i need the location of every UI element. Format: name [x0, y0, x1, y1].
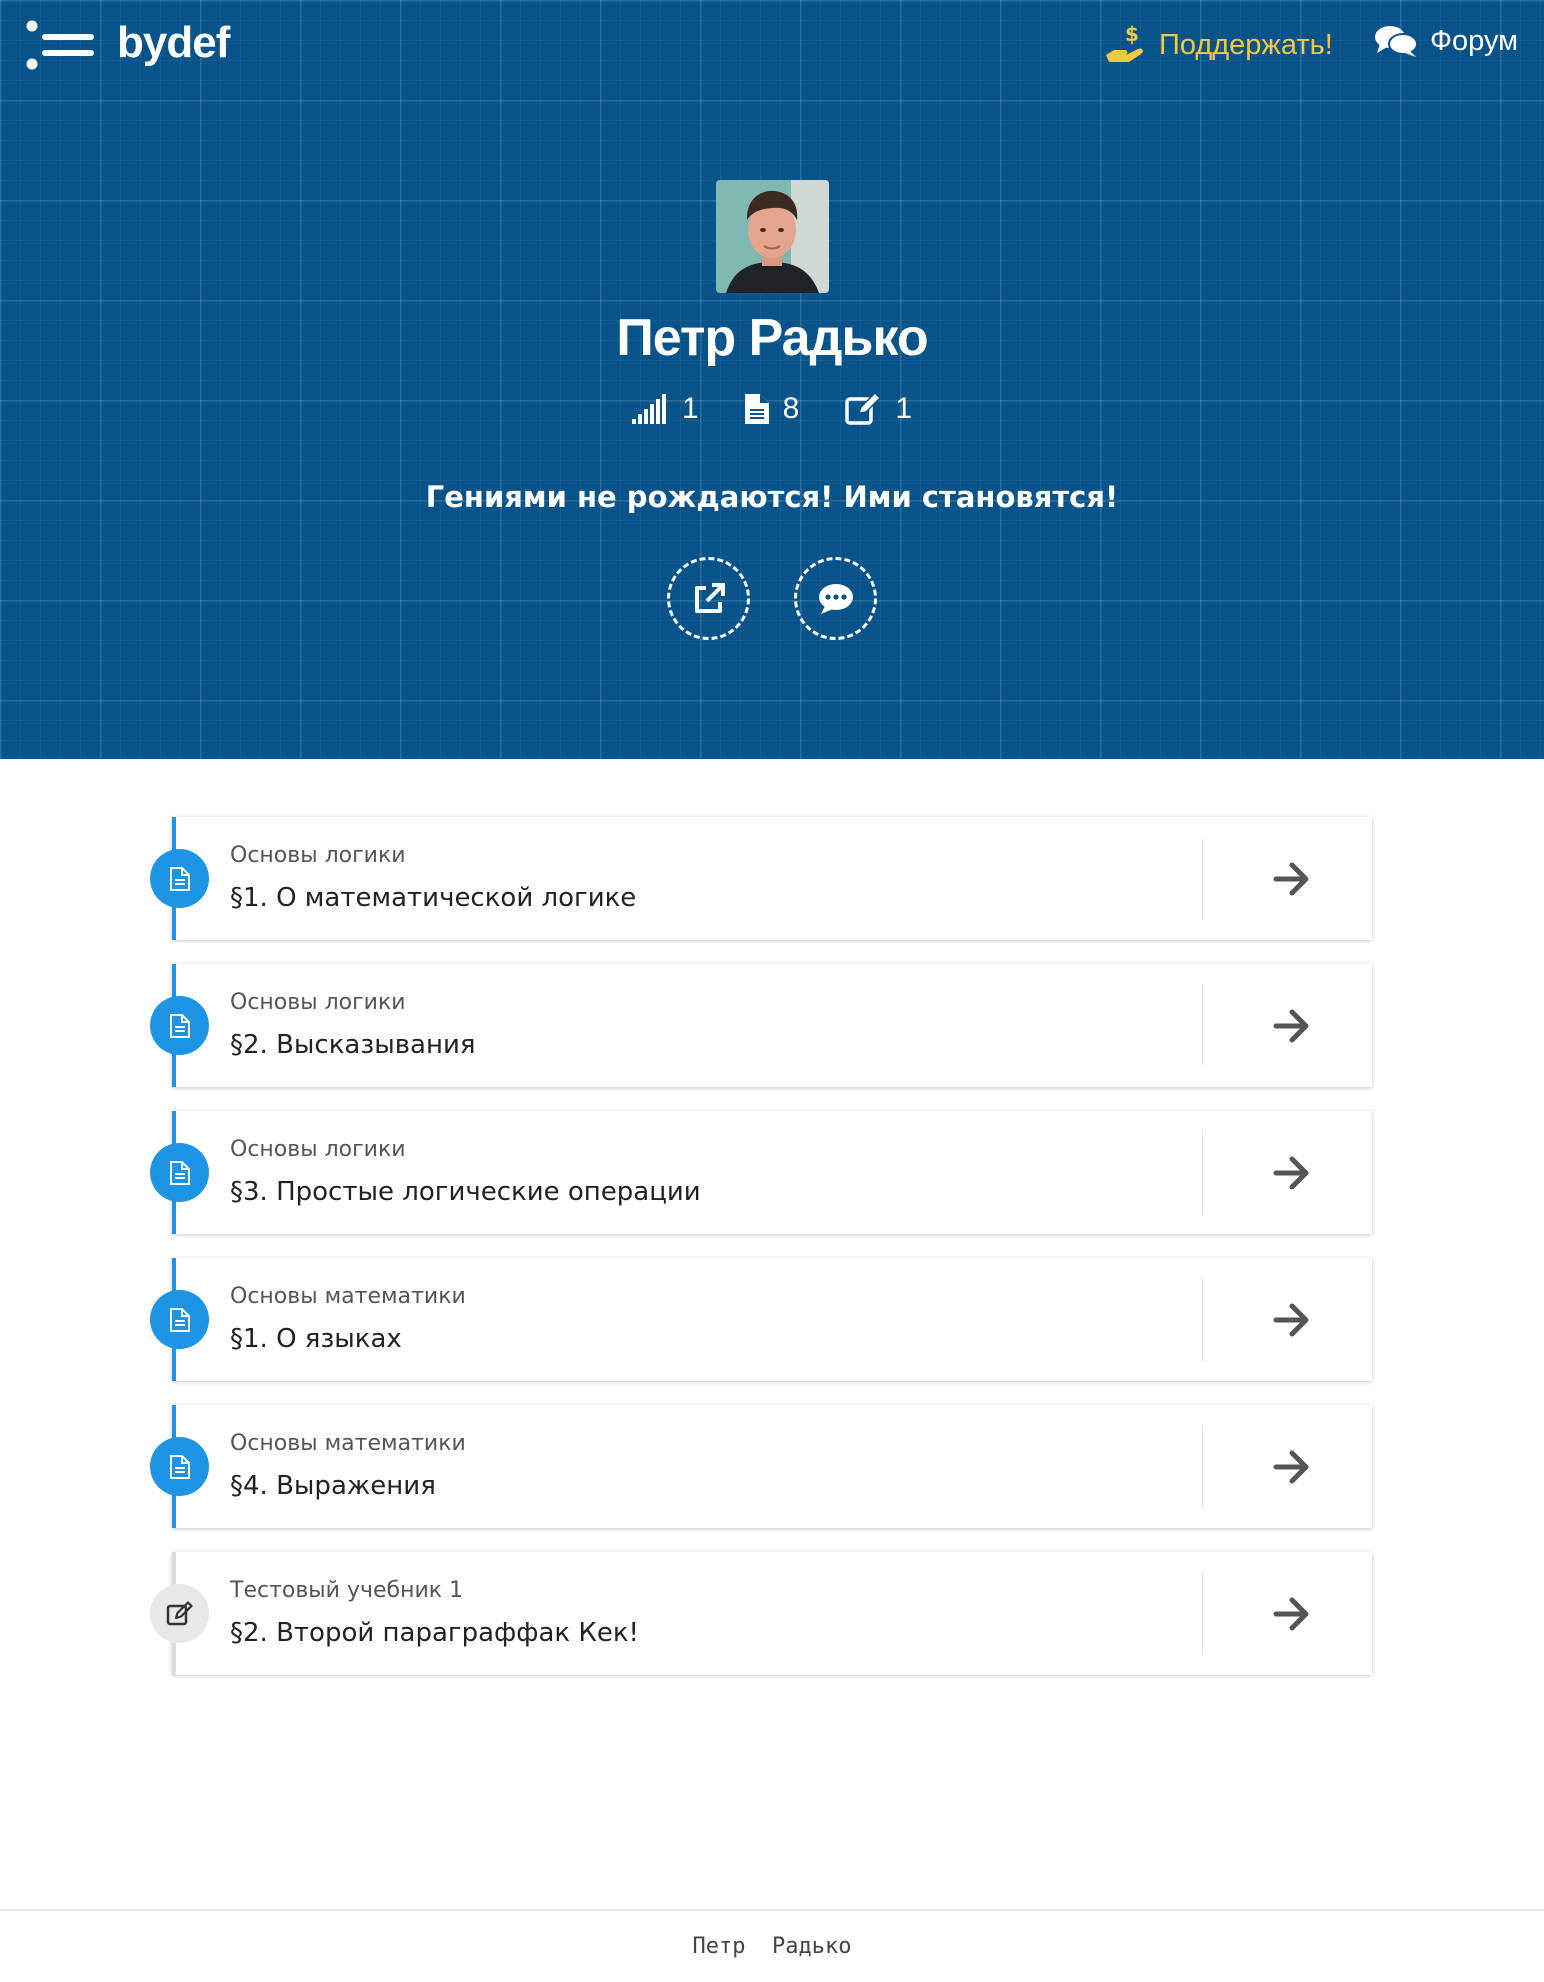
item-subtitle: Тестовый учебник 1: [230, 1578, 464, 1603]
item-title: §3. Простые логические операции: [230, 1177, 701, 1207]
stat-documents-value: 8: [782, 392, 800, 425]
document-icon: [150, 1143, 209, 1202]
arrow-right-icon[interactable]: [1272, 1596, 1312, 1632]
list-item[interactable]: Основы логики §3. Простые логические опе…: [150, 1111, 1372, 1234]
signal-bars-icon: [631, 394, 666, 424]
stat-rating-value: 1: [681, 392, 699, 425]
item-subtitle: Основы логики: [230, 843, 406, 868]
forum-label: Форум: [1430, 24, 1519, 57]
divider: [1202, 1278, 1203, 1361]
profile-header: bydef $ Поддержать! Форум Петр Радько 1 …: [0, 0, 1544, 759]
menu-icon[interactable]: [26, 20, 96, 70]
item-title: §2. Второй параграффак Кек!: [230, 1618, 639, 1648]
arrow-right-icon[interactable]: [1272, 1008, 1312, 1044]
item-title: §2. Высказывания: [230, 1030, 476, 1060]
edit-icon: [845, 393, 882, 425]
forum-link[interactable]: Форум: [1374, 24, 1518, 58]
donate-hand-icon: $: [1106, 24, 1143, 62]
profile-stats: 1 8 1: [0, 392, 1544, 426]
footer-author: Петр Радько: [692, 1934, 852, 1959]
item-title: §4. Выражения: [230, 1471, 436, 1501]
external-link-icon: [694, 582, 725, 613]
profile-name: Петр Радько: [616, 309, 928, 367]
support-link[interactable]: $ Поддержать!: [1105, 24, 1333, 66]
svg-text:$: $: [1125, 24, 1139, 46]
arrow-right-icon[interactable]: [1272, 1449, 1312, 1485]
stat-edits: 1: [845, 392, 912, 426]
arrow-right-icon[interactable]: [1272, 1155, 1312, 1191]
item-title: §1. О математической логике: [230, 883, 637, 913]
list-item[interactable]: Основы математики §1. О языках: [150, 1258, 1372, 1381]
divider: [1202, 1425, 1203, 1508]
top-navbar: bydef $ Поддержать! Форум: [0, 0, 1544, 92]
stat-rating: 1: [631, 392, 699, 426]
avatar: [716, 180, 829, 293]
divider: [1202, 1131, 1203, 1214]
stat-documents: 8: [744, 392, 800, 426]
arrow-right-icon[interactable]: [1272, 1302, 1312, 1338]
divider: [1202, 984, 1203, 1067]
document-icon: [150, 996, 209, 1055]
item-subtitle: Основы математики: [230, 1431, 466, 1456]
list-item[interactable]: Основы логики §2. Высказывания: [150, 964, 1372, 1087]
item-subtitle: Основы логики: [230, 990, 406, 1015]
edit-icon: [150, 1584, 209, 1643]
share-button[interactable]: [667, 557, 750, 640]
comments-icon: [1375, 26, 1418, 57]
divider: [1202, 837, 1203, 920]
support-label: Поддержать!: [1159, 28, 1333, 61]
message-button[interactable]: [794, 557, 877, 640]
divider: [1202, 1572, 1203, 1655]
site-logo[interactable]: bydef: [117, 18, 230, 68]
item-title: §1. О языках: [230, 1324, 402, 1354]
item-subtitle: Основы математики: [230, 1284, 466, 1309]
item-subtitle: Основы логики: [230, 1137, 406, 1162]
arrow-right-icon[interactable]: [1272, 861, 1312, 897]
document-icon: [744, 394, 769, 424]
document-icon: [150, 1290, 209, 1349]
list-item[interactable]: Основы математики §4. Выражения: [150, 1405, 1372, 1528]
footer-divider: [0, 1909, 1544, 1911]
profile-motto: Гениями не рождаются! Ими становятся!: [425, 480, 1119, 514]
document-icon: [150, 1437, 209, 1496]
stat-edits-value: 1: [895, 392, 913, 425]
chat-bubble-icon: [818, 583, 853, 614]
list-item[interactable]: Основы логики §1. О математической логик…: [150, 817, 1372, 940]
list-item[interactable]: Тестовый учебник 1 §2. Второй параграффа…: [150, 1552, 1372, 1675]
document-icon: [150, 849, 209, 908]
